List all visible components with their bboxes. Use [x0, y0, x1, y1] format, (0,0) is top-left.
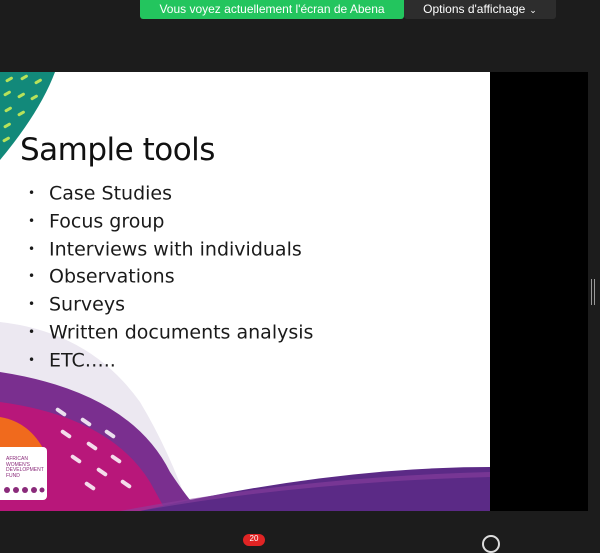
resize-handle[interactable] [591, 279, 595, 305]
bullet-item: • Written documents analysis [28, 319, 313, 347]
logo-line: FUND [6, 472, 20, 479]
view-options-label: Options d'affichage [423, 2, 526, 16]
bullet-text: ETC….. [49, 349, 116, 372]
bullet-text: Focus group [49, 210, 165, 233]
bullet-text: Surveys [49, 293, 125, 316]
top-bar: Vous voyez actuellement l'écran de Abena… [0, 0, 600, 22]
bullet-icon: • [28, 352, 36, 367]
awdf-logo-text: AFRICAN WOMEN'S DEVELOPMENT FUND [6, 456, 44, 479]
view-options-button[interactable]: Options d'affichage ⌄ [404, 0, 556, 19]
bullet-item: • ETC….. [28, 347, 313, 375]
bullet-icon: • [28, 269, 36, 284]
slide-title: Sample tools [20, 132, 215, 168]
bullet-item: • Interviews with individuals [28, 236, 313, 264]
bullet-text: Case Studies [49, 182, 173, 205]
bullet-icon: • [28, 324, 36, 339]
bullet-item: • Surveys [28, 291, 313, 319]
bullet-text: Interviews with individuals [49, 238, 302, 260]
bullet-list: • Case Studies • Focus group • Interviews w… [28, 180, 313, 375]
bullet-item: • Observations [28, 263, 313, 291]
bullet-item: • Case Studies [28, 180, 313, 208]
bullet-icon: • [28, 213, 36, 228]
presentation-slide: Sample tools • Case Studies • Focus group … [0, 72, 490, 511]
screen-share-banner: Vous voyez actuellement l'écran de Abena [140, 0, 404, 19]
bullet-text: Observations [49, 265, 175, 288]
bullet-icon: • [28, 186, 36, 200]
meeting-toolbar [0, 511, 600, 540]
chat-notification-badge: 20 [243, 534, 265, 546]
bullet-icon: • [28, 241, 36, 256]
toolbar-round-icon[interactable] [482, 535, 500, 553]
logo-social-icons [4, 487, 45, 493]
bullet-item: • Focus group [28, 208, 313, 236]
bullet-text: Written documents analysis [49, 321, 314, 344]
shared-screen-area: Sample tools • Case Studies • Focus group … [0, 72, 588, 511]
bullet-icon: • [28, 297, 36, 312]
chevron-down-icon: ⌄ [529, 5, 537, 15]
